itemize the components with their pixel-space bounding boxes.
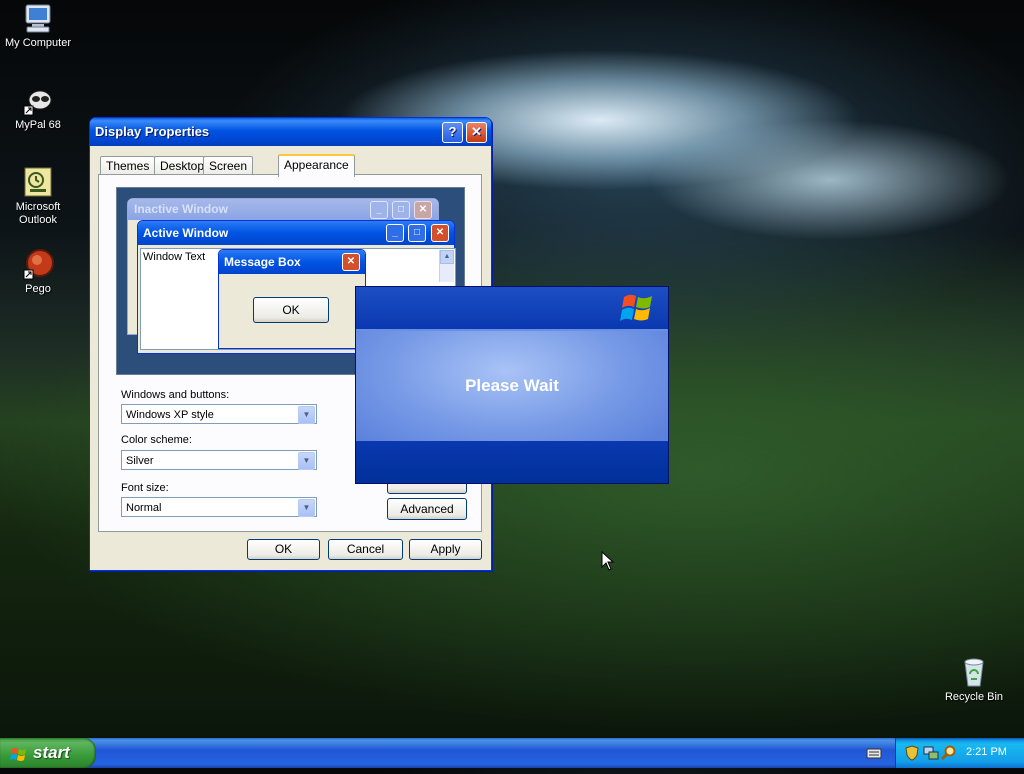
desktop-icon-mypal[interactable]: MyPal 68 (0, 84, 76, 132)
tab-appearance[interactable]: Appearance (278, 154, 355, 177)
help-button[interactable]: ? (442, 122, 463, 143)
windows-buttons-value: Windows XP style (126, 409, 214, 421)
desktop-icon-label: Recycle Bin (944, 691, 1004, 703)
windows-logo-icon (620, 291, 656, 328)
desktop-icon-label: MyPal 68 (15, 119, 61, 131)
desktop-icon-label: My Computer (4, 37, 72, 49)
please-wait-dialog: Please Wait (355, 286, 669, 484)
system-tray: 2:21 PM (895, 738, 1024, 768)
preview-window-text: Window Text (143, 251, 206, 263)
cancel-button[interactable]: Cancel (328, 539, 403, 560)
mouse-cursor-icon (601, 550, 615, 574)
display-properties-titlebar[interactable]: Display Properties ? ✕ (90, 118, 491, 146)
keyboard-icon[interactable] (866, 746, 882, 760)
close-icon: ✕ (342, 253, 360, 271)
color-scheme-select[interactable]: Silver ▼ (121, 450, 317, 470)
please-wait-header (356, 287, 668, 331)
chevron-down-icon[interactable]: ▼ (298, 406, 315, 424)
tab-desktop[interactable]: Desktop (154, 156, 211, 175)
minimize-icon: _ (386, 224, 404, 242)
windows-buttons-select[interactable]: Windows XP style ▼ (121, 404, 317, 424)
pego-icon (22, 248, 54, 280)
chevron-down-icon[interactable]: ▼ (298, 499, 315, 517)
advanced-button[interactable]: Advanced (387, 498, 467, 520)
security-shield-icon[interactable] (905, 745, 919, 764)
windows-buttons-label: Windows and buttons: (121, 389, 230, 401)
ok-button[interactable]: OK (247, 539, 320, 560)
my-computer-icon (22, 2, 54, 34)
windows-logo-icon (10, 744, 28, 774)
window-title: Display Properties (95, 124, 210, 139)
desktop-icon-recycle-bin[interactable]: Recycle Bin (936, 656, 1012, 704)
minimize-icon: _ (370, 201, 388, 219)
network-icon[interactable] (923, 745, 939, 764)
preview-scrollbar: ▲ (439, 250, 454, 282)
preview-ok-button: OK (253, 297, 329, 323)
desktop-icon-outlook[interactable]: Microsoft Outlook (0, 166, 76, 227)
font-size-select[interactable]: Normal ▼ (121, 497, 317, 517)
maximize-icon: □ (392, 201, 410, 219)
start-label: start (33, 743, 70, 762)
close-icon: ✕ (471, 124, 482, 139)
close-icon: ✕ (431, 224, 449, 242)
tab-themes[interactable]: Themes (100, 156, 156, 175)
preview-message-box: Message Box ✕ OK (218, 249, 366, 349)
outlook-icon (22, 166, 54, 198)
color-scheme-label: Color scheme: (121, 434, 192, 446)
desktop-icon-pego[interactable]: Pego (0, 248, 76, 296)
apply-button[interactable]: Apply (409, 539, 482, 560)
please-wait-message: Please Wait (465, 376, 559, 395)
start-button[interactable]: start (0, 738, 96, 768)
font-size-label: Font size: (121, 482, 169, 494)
scroll-up-icon: ▲ (440, 250, 454, 264)
please-wait-body: Please Wait (356, 331, 668, 441)
close-button[interactable]: ✕ (466, 122, 487, 143)
color-scheme-value: Silver (126, 455, 154, 467)
desktop-icon-label: Pego (25, 283, 51, 295)
taskbar: start 2:21 PM (0, 738, 1024, 768)
question-mark-icon: ? (448, 124, 457, 139)
chevron-down-icon[interactable]: ▼ (298, 452, 315, 470)
close-icon: ✕ (414, 201, 432, 219)
mypal-icon (22, 84, 54, 116)
please-wait-footer (356, 441, 668, 483)
preview-active-title: Active Window (138, 221, 454, 245)
recycle-bin-icon (958, 656, 990, 688)
maximize-icon: □ (408, 224, 426, 242)
clock[interactable]: 2:21 PM (966, 746, 1007, 758)
search-icon[interactable] (940, 745, 957, 764)
tab-screen-saver[interactable]: Screen Saver (203, 156, 254, 191)
font-size-value: Normal (126, 502, 162, 514)
desktop-icon-label: Microsoft Outlook (15, 201, 61, 226)
desktop-icon-my-computer[interactable]: My Computer (0, 2, 76, 50)
